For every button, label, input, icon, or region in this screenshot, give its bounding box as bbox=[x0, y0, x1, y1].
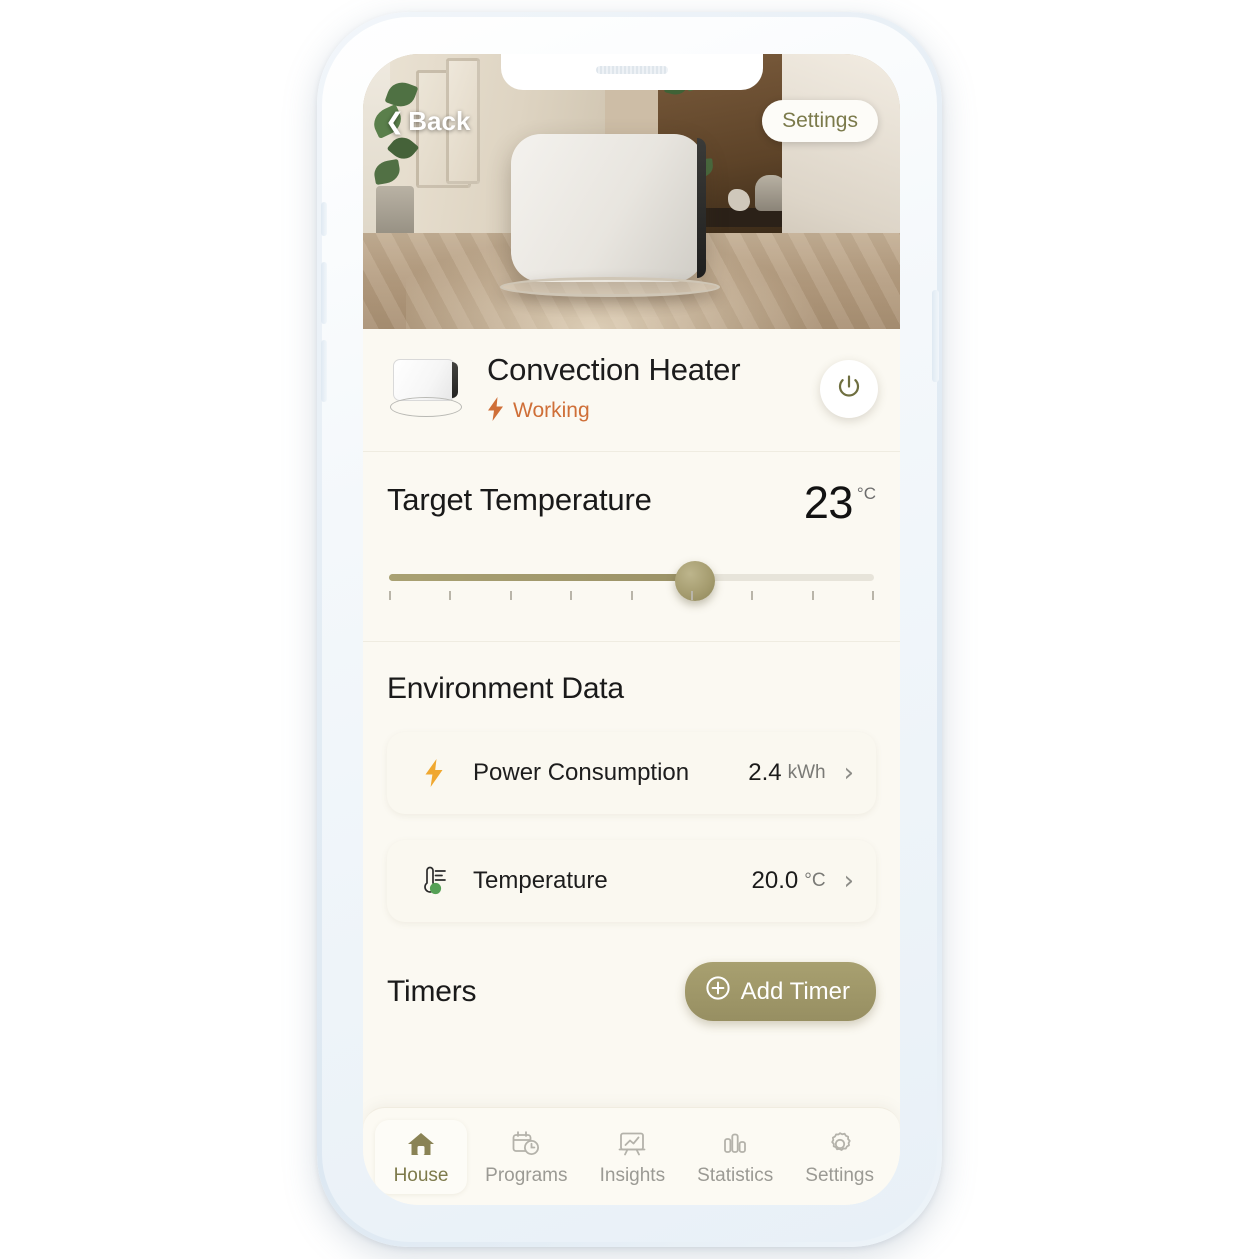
back-button-label: Back bbox=[408, 105, 471, 136]
presentation-chart-icon bbox=[617, 1129, 647, 1159]
hero-scene bbox=[363, 54, 900, 329]
power-icon bbox=[834, 372, 864, 407]
tab-programs[interactable]: Programs bbox=[471, 1120, 581, 1194]
tab-label: Insights bbox=[599, 1164, 666, 1186]
lightning-bolt-icon bbox=[417, 759, 451, 788]
bottom-tab-bar: House Programs Insights Statistics Setti… bbox=[363, 1107, 900, 1205]
tab-settings[interactable]: Settings bbox=[791, 1120, 888, 1194]
gear-icon bbox=[825, 1129, 855, 1159]
back-button[interactable]: ❮ Back bbox=[385, 106, 470, 137]
chevron-right-icon[interactable]: › bbox=[844, 760, 854, 786]
thermometer-icon bbox=[417, 866, 451, 896]
device-title: Convection Heater bbox=[487, 352, 741, 388]
environment-data-title: Environment Data bbox=[387, 672, 624, 706]
target-temperature-section: Target Temperature 23 °C bbox=[363, 452, 900, 643]
settings-button[interactable]: Settings bbox=[762, 100, 878, 142]
env-row-temperature[interactable]: Temperature 20.0 °C › bbox=[387, 840, 876, 923]
device-notch bbox=[500, 54, 763, 90]
tab-label: Programs bbox=[485, 1164, 568, 1186]
tab-statistics[interactable]: Statistics bbox=[683, 1120, 787, 1194]
bar-chart-icon bbox=[720, 1129, 750, 1159]
plus-circle-icon bbox=[705, 975, 731, 1008]
device-status-label: Working bbox=[513, 398, 590, 422]
slider-ticks bbox=[389, 591, 874, 601]
target-temperature-slider[interactable] bbox=[387, 561, 876, 607]
env-row-label: Power Consumption bbox=[473, 759, 690, 787]
tab-label: Settings bbox=[805, 1164, 874, 1186]
power-toggle-button[interactable] bbox=[820, 360, 878, 418]
tab-label: Statistics bbox=[697, 1164, 774, 1186]
volume-down-button[interactable] bbox=[321, 340, 327, 402]
calendar-clock-icon bbox=[511, 1129, 541, 1159]
screenshot-root: ❮ Back Settings Convection Heater Workin… bbox=[0, 0, 1259, 1259]
env-row-unit: °C bbox=[804, 870, 826, 892]
device-meta: Convection Heater Working bbox=[481, 352, 810, 425]
add-timer-label: Add Timer bbox=[740, 977, 850, 1005]
target-temperature-unit: °C bbox=[856, 484, 876, 503]
target-temperature-readout: 23 °C bbox=[803, 477, 876, 528]
panel-heater-icon bbox=[385, 353, 471, 425]
volume-up-button[interactable] bbox=[321, 262, 327, 324]
chevron-left-icon: ❮ bbox=[385, 107, 405, 134]
device-hero-image: ❮ Back Settings bbox=[363, 54, 900, 329]
side-power-button[interactable] bbox=[932, 290, 939, 382]
device-status: Working bbox=[487, 396, 810, 425]
timers-title: Timers bbox=[387, 974, 477, 1008]
environment-data-section: Environment Data Power Consumption 2.4 k… bbox=[363, 642, 900, 928]
env-row-power-consumption[interactable]: Power Consumption 2.4 kWh › bbox=[387, 732, 876, 815]
add-timer-button[interactable]: Add Timer bbox=[684, 962, 876, 1022]
home-icon bbox=[406, 1129, 436, 1159]
env-row-unit: kWh bbox=[787, 762, 826, 784]
mute-switch[interactable] bbox=[321, 202, 327, 236]
detail-sheet: Convection Heater Working Target Tempera… bbox=[363, 329, 900, 1205]
chevron-right-icon[interactable]: › bbox=[844, 868, 854, 894]
hero-decor-rock bbox=[728, 188, 750, 211]
slider-fill bbox=[389, 574, 698, 582]
env-row-value: 20.0 bbox=[751, 867, 799, 895]
earpiece-speaker bbox=[595, 66, 668, 74]
tab-insights[interactable]: Insights bbox=[586, 1120, 679, 1194]
hero-heater bbox=[510, 133, 707, 283]
phone-screen: ❮ Back Settings Convection Heater Workin… bbox=[363, 54, 900, 1205]
lightning-bolt-icon bbox=[487, 396, 504, 425]
env-row-label: Temperature bbox=[473, 867, 608, 895]
tab-label: House bbox=[393, 1164, 449, 1186]
target-temperature-row: Target Temperature 23 °C bbox=[387, 477, 876, 528]
target-temperature-value: 23 bbox=[803, 477, 854, 528]
device-card: Convection Heater Working bbox=[363, 329, 900, 452]
hero-top-bar: ❮ Back Settings bbox=[363, 100, 900, 142]
target-temperature-label: Target Temperature bbox=[387, 482, 652, 517]
tab-house[interactable]: House bbox=[375, 1119, 468, 1194]
env-row-value: 2.4 bbox=[748, 759, 782, 787]
timers-section: Timers Add Timer bbox=[363, 928, 900, 1022]
